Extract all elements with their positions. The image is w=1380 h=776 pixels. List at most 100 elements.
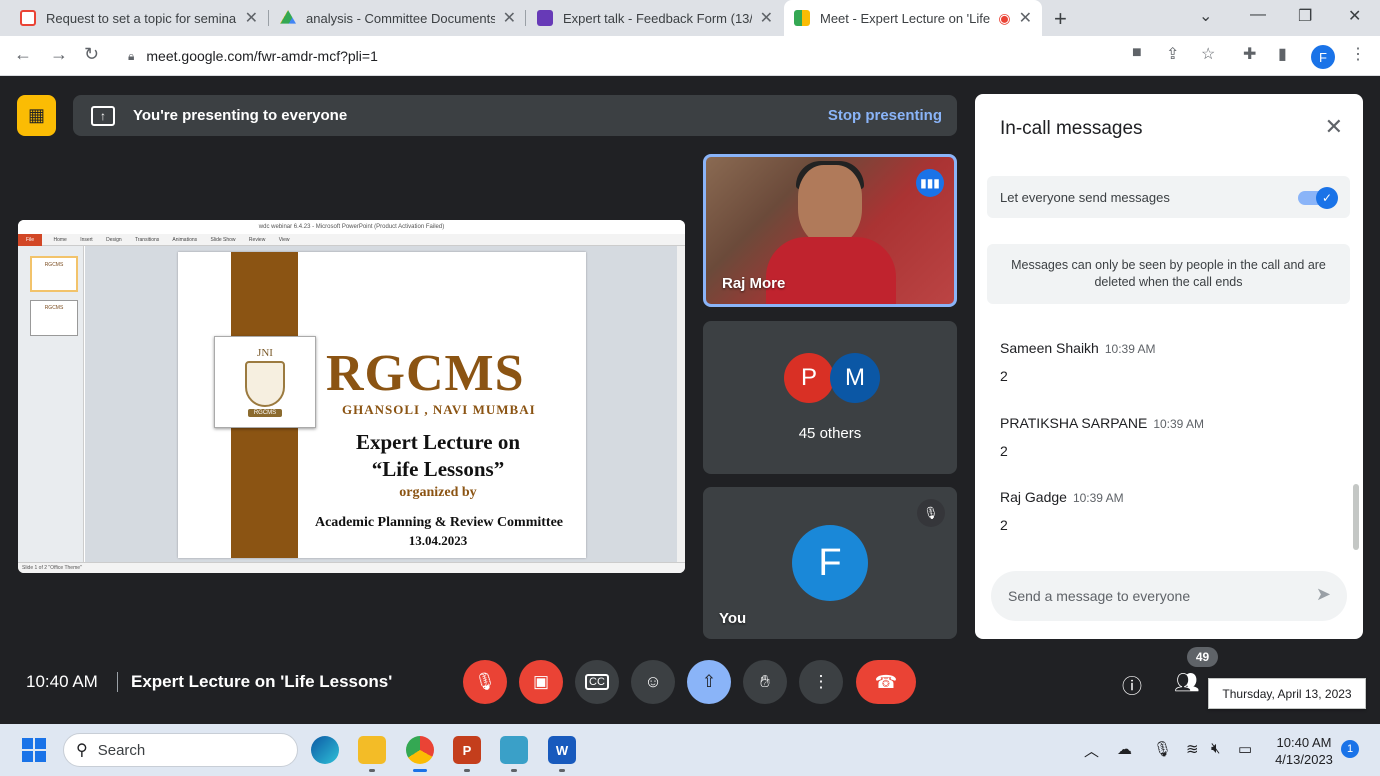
camera-icon[interactable]: ■	[1132, 44, 1142, 62]
slide-thumbnail-2: RGCMS	[30, 300, 78, 336]
self-tile[interactable]: 🎙︎ F You	[703, 487, 957, 639]
captions-button[interactable]: CC	[575, 660, 619, 704]
chat-scrollbar[interactable]	[1353, 484, 1359, 550]
panel-title: In-call messages	[1000, 118, 1143, 139]
close-icon[interactable]: ✕	[1325, 114, 1343, 140]
windows-start-icon[interactable]	[22, 738, 46, 762]
people-icon[interactable]: 👥︎	[1174, 670, 1199, 695]
word-icon[interactable]: W	[548, 736, 576, 764]
back-icon[interactable]: ←	[14, 44, 32, 65]
forward-icon[interactable]: →	[50, 44, 68, 65]
raise-hand-button[interactable]: ✋︎	[743, 660, 787, 704]
college-logo: JNI RGCMS	[214, 336, 316, 428]
microphone-icon[interactable]: 🎙︎	[1153, 740, 1172, 758]
slide-heading-1: Expert Lecture on	[355, 430, 521, 454]
close-tab-icon[interactable]: ✕	[1019, 8, 1032, 28]
others-count: 45 others	[798, 425, 862, 442]
new-tab-button[interactable]: +	[1054, 6, 1067, 32]
tab-drive[interactable]: analysis - Committee Documents ✕	[270, 0, 526, 36]
chrome-icon[interactable]	[406, 736, 434, 764]
tab-forms[interactable]: Expert talk - Feedback Form (13/ ✕	[527, 0, 783, 36]
captions-icon: CC	[585, 674, 609, 690]
meeting-info-icon[interactable]: ⓘ	[1122, 670, 1142, 699]
ppt-window-title: wdc webinar 6.4.23 - Microsoft PowerPoin…	[18, 220, 685, 234]
slide-location: GHANSOLI , NAVI MUMBAI	[342, 402, 536, 417]
ppt-status-bar: Slide 1 of 2 "Office Theme"	[18, 562, 685, 573]
slide-brand: RGCMS	[326, 345, 525, 402]
edge-icon[interactable]	[311, 736, 339, 764]
present-screen-icon: ⇧	[701, 672, 717, 691]
slide-heading-2: “Life Lessons”	[371, 457, 505, 481]
stop-presenting-button[interactable]: Stop presenting	[828, 107, 942, 124]
close-tab-icon[interactable]: ✕	[245, 8, 258, 28]
slide-committee: Academic Planning & Review Committee	[314, 515, 564, 530]
shield-emblem-icon	[245, 361, 285, 407]
message-input[interactable]	[1008, 588, 1288, 604]
notification-badge[interactable]: 1	[1341, 740, 1359, 758]
others-tile[interactable]: P M 45 others	[703, 321, 957, 474]
powerpoint-icon[interactable]: P	[453, 736, 481, 764]
mic-off-icon: 🎙︎	[917, 499, 945, 527]
extensions-icon[interactable]: ✚	[1243, 44, 1256, 64]
slide-organized-by: organized by	[399, 485, 477, 500]
message-input-container: ➤	[991, 571, 1347, 621]
emoji-icon: ☺	[644, 672, 662, 691]
leave-call-button[interactable]: ☎︎	[856, 660, 916, 704]
chat-message: Raj Gadge 10:39 AM 2	[1000, 489, 1124, 533]
current-slide: JNI RGCMS RGCMS GHANSOLI , NAVI MUMBAI E…	[178, 252, 586, 558]
file-explorer-icon[interactable]	[358, 736, 386, 764]
gmail-icon	[20, 10, 36, 26]
forms-icon	[537, 10, 553, 26]
menu-icon[interactable]: ⋮	[1350, 44, 1366, 64]
camera-toggle-button[interactable]: ▣	[519, 660, 563, 704]
browser-tab-strip: Request to set a topic for semina ✕ anal…	[0, 0, 1380, 36]
phone-hangup-icon: ☎︎	[874, 671, 898, 692]
chevron-up-icon[interactable]: ︿	[1084, 740, 1099, 761]
reload-icon[interactable]: ↻	[84, 44, 99, 65]
more-options-button[interactable]: ⋮	[799, 660, 843, 704]
share-icon[interactable]: ⇪	[1166, 44, 1179, 64]
mic-off-icon: 🎙︎	[474, 672, 496, 691]
tab-gmail[interactable]: Request to set a topic for semina ✕	[10, 0, 268, 36]
cloud-icon[interactable]: ☁	[1117, 740, 1132, 758]
ppt-ribbon: File Home Insert Design Transitions Anim…	[18, 234, 685, 246]
restore-icon[interactable]: ❐	[1298, 6, 1312, 26]
close-window-icon[interactable]: ✕	[1348, 6, 1361, 26]
search-icon: ⚲	[76, 742, 88, 759]
volume-muted-icon[interactable]: 🔇︎	[1211, 740, 1220, 757]
send-icon[interactable]: ➤	[1316, 584, 1331, 605]
reactions-button[interactable]: ☺	[631, 660, 675, 704]
avatar: F	[792, 525, 868, 601]
battery-icon[interactable]: ▭	[1238, 740, 1252, 758]
tab-search-icon[interactable]: ⌄	[1199, 6, 1212, 26]
present-button[interactable]: ⇧	[687, 660, 731, 704]
url-bar[interactable]: 🔒︎ meet.google.com/fwr-amdr-mcf?pli=1	[118, 41, 1198, 71]
presentation-muted-icon[interactable]: ▦	[17, 95, 56, 136]
date-tooltip: Thursday, April 13, 2023	[1208, 678, 1366, 709]
presented-screen: wdc webinar 6.4.23 - Microsoft PowerPoin…	[18, 220, 685, 573]
side-panel-icon[interactable]: ▮	[1278, 44, 1287, 64]
allow-messages-toggle[interactable]: ✓	[1298, 187, 1338, 209]
self-name: You	[719, 610, 747, 627]
mic-toggle-button[interactable]: 🎙︎	[463, 660, 507, 704]
drive-icon	[280, 10, 296, 24]
tab-meet[interactable]: Meet - Expert Lecture on 'Life ◉ ✕	[784, 0, 1042, 36]
profile-avatar[interactable]: F	[1311, 45, 1335, 69]
taskbar-search[interactable]: ⚲ Search	[63, 733, 298, 767]
speaker-tile[interactable]: ▮▮▮ Raj More	[703, 154, 957, 307]
more-vert-icon: ⋮	[812, 672, 830, 691]
presenting-banner: ↑ You're presenting to everyone Stop pre…	[73, 95, 957, 136]
wifi-icon[interactable]: ≋	[1186, 740, 1199, 758]
photos-icon[interactable]	[500, 736, 528, 764]
close-tab-icon[interactable]: ✕	[760, 8, 773, 28]
address-bar-row: ← → ↻ 🔒︎ meet.google.com/fwr-amdr-mcf?pl…	[0, 36, 1380, 76]
close-tab-icon[interactable]: ✕	[503, 8, 516, 28]
meeting-clock: 10:40 AM	[26, 672, 98, 691]
chat-message: Sameen Shaikh 10:39 AM 2	[1000, 340, 1156, 384]
bookmark-star-icon[interactable]: ☆	[1201, 44, 1215, 64]
chat-message: PRATIKSHA SARPANE 10:39 AM 2	[1000, 415, 1205, 459]
ppt-scrollbar	[677, 246, 685, 562]
minimize-icon[interactable]: —	[1250, 6, 1266, 24]
taskbar-clock[interactable]: 10:40 AM 4/13/2023	[1272, 734, 1336, 768]
hand-icon: ✋︎	[760, 672, 770, 691]
